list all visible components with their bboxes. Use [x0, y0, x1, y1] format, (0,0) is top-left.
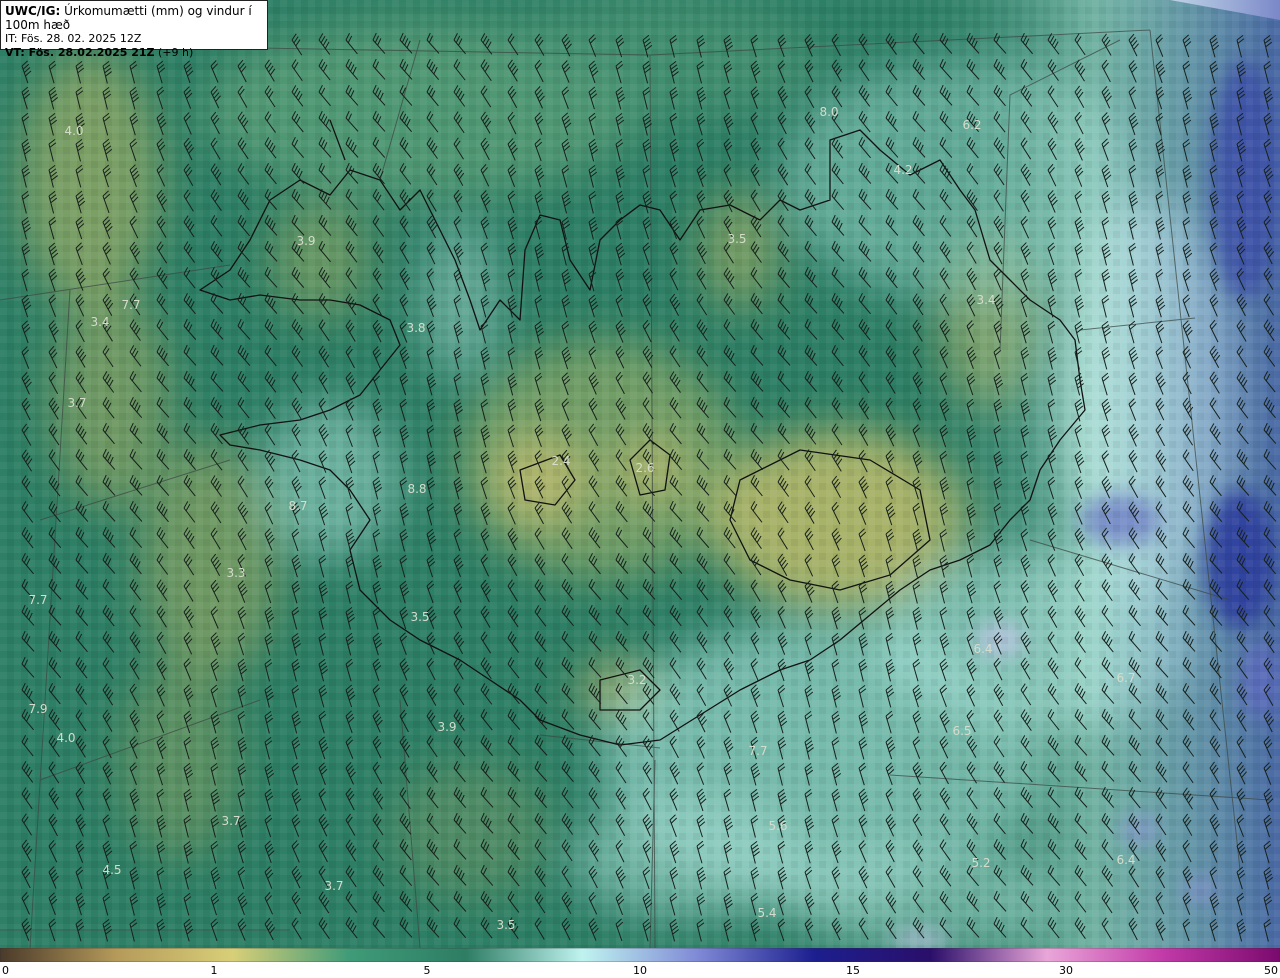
precip-value-label: 6.2	[962, 118, 981, 132]
precip-value-label: 8.8	[407, 482, 426, 496]
precip-value-label: 5.2	[971, 856, 990, 870]
precip-value-label: 7.7	[748, 744, 767, 758]
precip-value-label: 8.7	[288, 499, 307, 513]
colorbar-gradient	[0, 948, 1280, 962]
precip-value-label: 5.6	[768, 819, 787, 833]
precip-value-label: 3.8	[406, 321, 425, 335]
precip-value-label: 6.4	[1116, 853, 1135, 867]
precip-value-label: 3.9	[296, 234, 315, 248]
valid-time-line: VT: Fös. 28.02.2025 21Z (+9 h)	[5, 46, 263, 60]
precip-value-label: 4.5	[102, 863, 121, 877]
precip-value-label: 3.9	[437, 720, 456, 734]
precip-value-label: 8.0	[819, 105, 838, 119]
precip-value-label: 3.5	[410, 610, 429, 624]
valid-time: VT: Fös. 28.02.2025 21Z	[5, 46, 155, 59]
colorbar-tick: 0	[2, 964, 9, 977]
weather-map-screen: 4.0 8.0 6.2 4.2 3.9 3.5 3.4 7.7 3.4 3.8 3.7 2.4 2.6 8…	[0, 0, 1280, 978]
precip-value-label: 6.4	[973, 642, 992, 656]
precip-value-label: 3.4	[90, 315, 109, 329]
precip-value-label: 4.0	[64, 124, 83, 138]
product-name: UWC/IG:	[5, 4, 61, 18]
precipitation-map[interactable]: 4.0 8.0 6.2 4.2 3.9 3.5 3.4 7.7 3.4 3.8 3.7 2.4 2.6 8…	[0, 0, 1280, 948]
precip-value-label: 7.7	[121, 298, 140, 312]
precip-value-label: 3.7	[67, 396, 86, 410]
precip-value-label: 3.7	[221, 814, 240, 828]
map-title-line: UWC/IG: Úrkomumætti (mm) og vindur í 100…	[5, 4, 263, 32]
precip-value-label: 7.9	[28, 702, 47, 716]
precip-value-label: 4.2	[893, 163, 912, 177]
colorbar-tick: 30	[1059, 964, 1073, 977]
colorbar-tick: 50	[1264, 964, 1278, 977]
colorbar-tick: 15	[846, 964, 860, 977]
precip-value-label: 3.7	[324, 879, 343, 893]
precip-value-label: 2.6	[635, 461, 654, 475]
precip-value-label: 4.0	[56, 731, 75, 745]
precip-value-label: 3.3	[226, 566, 245, 580]
colorbar-tick: 5	[423, 964, 431, 977]
precip-value-label: 2.4	[551, 454, 570, 468]
colorbar-tick: 1	[210, 964, 218, 977]
precip-value-label: 6.7	[1116, 671, 1135, 685]
precip-value-label: 5.4	[757, 906, 776, 920]
precip-value-label: 7.7	[28, 593, 47, 607]
precip-value-label: 6.5	[952, 724, 971, 738]
lead-time: (+9 h)	[158, 46, 194, 59]
colorbar: 0 1 5 10 15 30 50	[0, 948, 1280, 978]
precip-value-label: 3.5	[496, 918, 515, 932]
precip-value-label: 3.2	[627, 673, 646, 687]
colorbar-tick: 10	[633, 964, 647, 977]
initial-time: IT: Fös. 28. 02. 2025 12Z	[5, 32, 142, 45]
precip-value-label: 3.4	[976, 293, 995, 307]
precip-value-label: 3.5	[727, 232, 746, 246]
map-info-box: UWC/IG: Úrkomumætti (mm) og vindur í 100…	[0, 0, 268, 59]
